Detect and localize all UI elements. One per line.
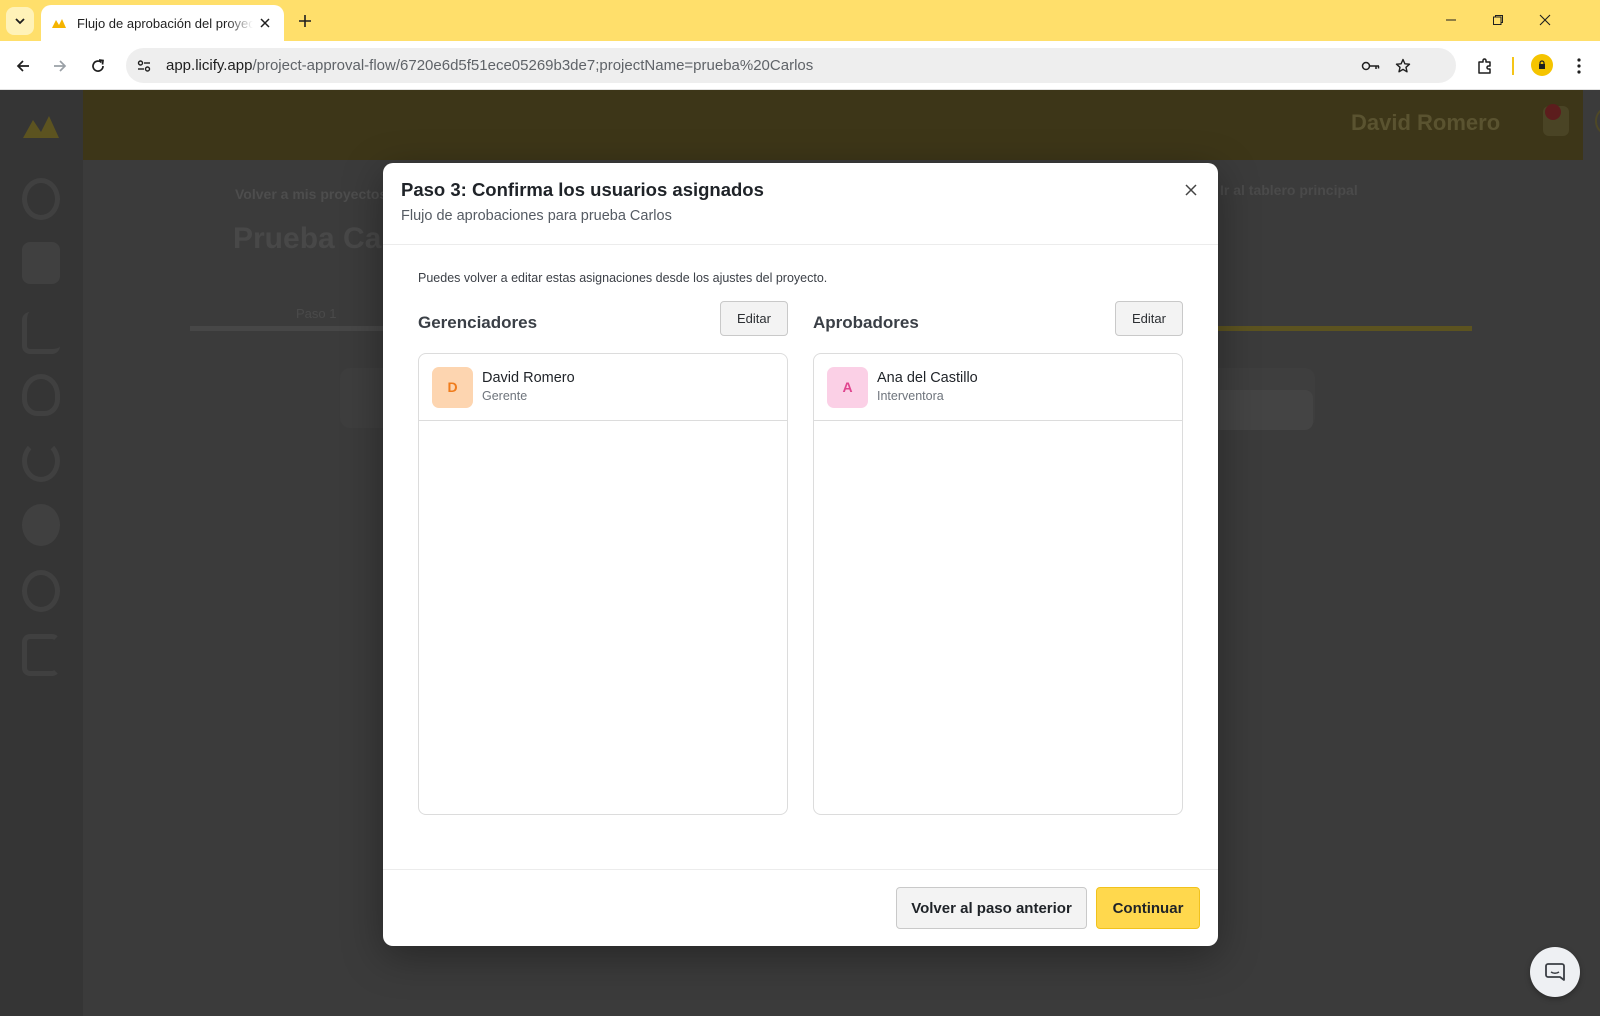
chart-icon[interactable] bbox=[22, 312, 60, 354]
approvers-heading: Aprobadores bbox=[813, 313, 919, 332]
approvers-list: A Ana del Castillo Interventora bbox=[813, 353, 1183, 815]
profile-icon[interactable] bbox=[1531, 54, 1553, 76]
previous-step-button[interactable]: Volver al paso anterior bbox=[896, 887, 1087, 929]
confirm-users-modal: Paso 3: Confirma los usuarios asignados … bbox=[383, 163, 1218, 946]
browser-toolbar: app.licify.app/project-approval-flow/672… bbox=[0, 41, 1600, 90]
close-icon[interactable] bbox=[1180, 179, 1202, 201]
history-icon[interactable] bbox=[22, 440, 60, 482]
user-name: Ana del Castillo bbox=[877, 370, 978, 386]
notification-badge bbox=[1545, 104, 1561, 120]
tab-title: Flujo de aprobación del proyecto bbox=[77, 15, 253, 31]
bookmark-star-icon[interactable] bbox=[1388, 51, 1418, 81]
modal-note: Puedes volver a editar estas asignacione… bbox=[418, 271, 828, 285]
forward-icon[interactable] bbox=[45, 51, 75, 81]
list-item[interactable]: A Ana del Castillo Interventora bbox=[814, 354, 1182, 421]
user-role: Interventora bbox=[877, 389, 944, 403]
shield-icon[interactable] bbox=[22, 504, 60, 546]
modal-subtitle: Flujo de aprobaciones para prueba Carlos bbox=[401, 208, 672, 224]
window-close-icon[interactable] bbox=[1522, 4, 1568, 36]
password-key-icon[interactable] bbox=[1356, 51, 1386, 81]
new-tab-icon[interactable] bbox=[292, 8, 318, 34]
browser-tab[interactable]: Flujo de aprobación del proyecto bbox=[41, 5, 284, 41]
url-path: /project-approval-flow/6720e6d5f51ece052… bbox=[252, 57, 814, 74]
browser-tabstrip: Flujo de aprobación del proyecto bbox=[0, 0, 1600, 41]
managers-list: D David Romero Gerente bbox=[418, 353, 788, 815]
modal-footer: Volver al paso anterior Continuar bbox=[383, 869, 1218, 946]
location-icon[interactable] bbox=[22, 374, 60, 416]
site-info-icon[interactable] bbox=[129, 51, 159, 81]
step-label: Paso 1 bbox=[296, 306, 337, 321]
url-text: app.licify.app/project-approval-flow/672… bbox=[166, 57, 813, 74]
back-to-projects-link[interactable]: Volver a mis proyectos bbox=[235, 186, 387, 202]
back-icon[interactable] bbox=[8, 51, 38, 81]
licify-logo bbox=[23, 116, 59, 138]
minimize-icon[interactable] bbox=[1428, 4, 1474, 36]
user-role: Gerente bbox=[482, 389, 528, 403]
restore-icon[interactable] bbox=[1475, 4, 1521, 36]
continue-button[interactable]: Continuar bbox=[1096, 887, 1200, 929]
tab-search-icon[interactable] bbox=[6, 7, 34, 35]
more-menu-icon[interactable] bbox=[1564, 51, 1594, 81]
avatar: D bbox=[432, 366, 473, 408]
avatar: A bbox=[827, 366, 868, 408]
licify-favicon bbox=[52, 19, 66, 28]
modal-title: Paso 3: Confirma los usuarios asignados bbox=[401, 179, 764, 200]
main-board-link[interactable]: Ir al tablero principal bbox=[1220, 182, 1358, 198]
managers-heading: Gerenciadores bbox=[418, 313, 538, 332]
user-name: David Romero bbox=[482, 370, 575, 386]
help-icon[interactable] bbox=[1595, 106, 1600, 136]
dashboard-icon[interactable] bbox=[22, 178, 60, 220]
steps-progress-active bbox=[1216, 326, 1472, 331]
extensions-icon[interactable] bbox=[1470, 51, 1500, 81]
app-sidebar bbox=[0, 90, 83, 1016]
toolbar-divider bbox=[1512, 57, 1514, 75]
edit-approvers-button[interactable]: Editar bbox=[1115, 301, 1183, 336]
app-header: David Romero bbox=[83, 90, 1600, 160]
reload-icon[interactable] bbox=[83, 51, 113, 81]
settings-icon[interactable] bbox=[22, 570, 60, 612]
chat-bubble-icon[interactable] bbox=[1530, 947, 1580, 997]
tab-close-icon[interactable] bbox=[256, 14, 274, 32]
background-card-button bbox=[1208, 390, 1313, 430]
edit-managers-button[interactable]: Editar bbox=[720, 301, 788, 336]
header-user-name: David Romero bbox=[1351, 110, 1501, 135]
modal-header: Paso 3: Confirma los usuarios asignados … bbox=[383, 163, 1218, 245]
documents-icon[interactable] bbox=[22, 242, 60, 284]
list-item[interactable]: D David Romero Gerente bbox=[419, 354, 787, 421]
url-host: app.licify.app bbox=[166, 57, 253, 74]
address-bar[interactable]: app.licify.app/project-approval-flow/672… bbox=[126, 48, 1456, 83]
logout-icon[interactable] bbox=[22, 634, 60, 676]
